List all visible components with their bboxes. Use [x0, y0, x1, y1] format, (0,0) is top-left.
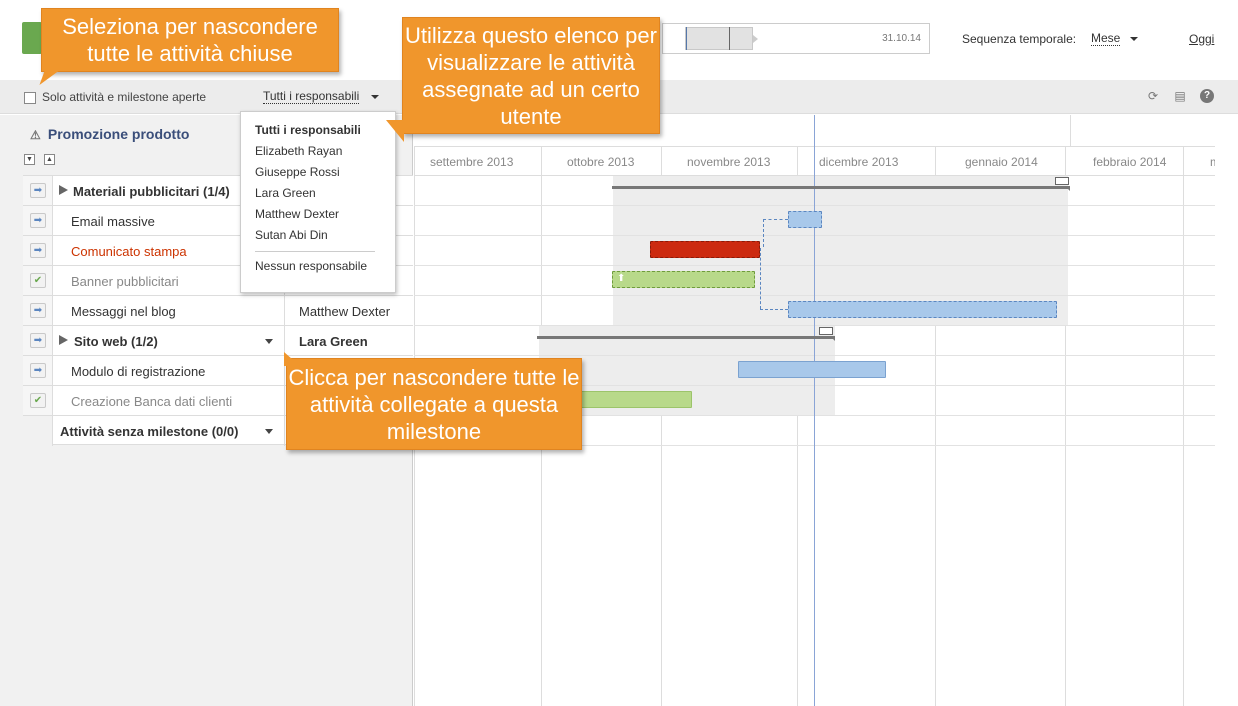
checkmark-icon[interactable]: ✔: [30, 273, 46, 288]
task-name[interactable]: Email massive: [71, 214, 155, 229]
task-bar[interactable]: [788, 211, 822, 228]
collapse-all-icon[interactable]: ▲: [44, 154, 55, 165]
month-label: settembre 2013: [430, 155, 514, 169]
range-selection[interactable]: [685, 27, 753, 50]
task-name[interactable]: Comunicato stampa: [71, 244, 187, 259]
project-title[interactable]: ⚠ Promozione prodotto: [30, 126, 189, 142]
responsible-dropdown: Tutti i responsabili Elizabeth Rayan Giu…: [240, 111, 396, 293]
project-lock-icon: ⚠: [30, 128, 41, 142]
task-bar[interactable]: ⬆: [612, 271, 755, 288]
open-only-checkbox[interactable]: [24, 92, 36, 104]
task-bar[interactable]: [650, 241, 760, 258]
project-title-text[interactable]: Promozione prodotto: [48, 126, 190, 142]
milestone-name[interactable]: Materiali pubblicitari (1/4): [73, 184, 230, 199]
milestone-bar[interactable]: [612, 186, 1070, 191]
arrow-right-icon[interactable]: ➡: [30, 363, 46, 378]
dropdown-item[interactable]: Giuseppe Rossi: [255, 165, 340, 179]
callout-hide-closed: Seleziona per nascondere tutte le attivi…: [41, 8, 339, 72]
month-label: dicembre 2013: [819, 155, 899, 169]
chevron-down-icon[interactable]: [265, 339, 273, 344]
chevron-down-icon[interactable]: [371, 95, 379, 99]
flag-icon: [59, 335, 68, 345]
checkmark-icon[interactable]: ✔: [30, 393, 46, 408]
task-name[interactable]: Messaggi nel blog: [71, 304, 176, 319]
task-name[interactable]: Banner pubblicitari: [71, 274, 179, 289]
dropdown-item[interactable]: Lara Green: [255, 186, 316, 200]
expand-all-icon[interactable]: ▼: [24, 154, 35, 165]
dropdown-item[interactable]: Tutti i responsabili: [255, 123, 361, 137]
task-bar[interactable]: [788, 301, 1057, 318]
print-icon[interactable]: ▤: [1173, 89, 1187, 103]
dropdown-item[interactable]: Elizabeth Rayan: [255, 144, 342, 158]
today-link[interactable]: Oggi: [1189, 32, 1214, 46]
timeline-label: Sequenza temporale:: [962, 32, 1077, 46]
owner-cell: Lara Green: [284, 326, 413, 356]
timeline-scale-select[interactable]: Mese: [1091, 32, 1121, 46]
milestone-bar[interactable]: [537, 336, 835, 341]
arrow-right-icon[interactable]: ➡: [30, 213, 46, 228]
chevron-down-icon[interactable]: [1130, 37, 1138, 41]
arrow-right-icon[interactable]: ➡: [30, 333, 46, 348]
dropdown-divider: [255, 251, 375, 252]
month-label: novembre 2013: [687, 155, 771, 169]
callout-text: Clicca per nascondere tutte le attività …: [288, 365, 580, 444]
group-name[interactable]: Attività senza milestone (0/0): [60, 424, 238, 439]
range-end-date: 31.10.14: [882, 33, 921, 44]
range-handle[interactable]: [729, 27, 730, 50]
month-label: gennaio 2014: [965, 155, 1038, 169]
help-icon[interactable]: ?: [1200, 89, 1214, 103]
timeline-range-slider[interactable]: 31.10.14: [662, 23, 930, 54]
refresh-icon[interactable]: ⟳: [1146, 89, 1160, 103]
flag-icon: [59, 185, 68, 195]
callout-filter-user: Utilizza questo elenco per visualizzare …: [402, 17, 660, 134]
dropdown-item[interactable]: Nessun responsabile: [255, 259, 367, 273]
month-label: ottobre 2013: [567, 155, 635, 169]
month-label: m: [1210, 155, 1215, 169]
task-row[interactable]: ➡ Messaggi nel blog Matthew Dexter: [23, 295, 413, 326]
task-name[interactable]: Creazione Banca dati clienti: [71, 394, 232, 409]
callout-text: Utilizza questo elenco per visualizzare …: [405, 23, 657, 129]
milestone-name[interactable]: Sito web (1/2): [74, 334, 158, 349]
today-line: [814, 115, 815, 706]
milestone-row[interactable]: ➡ Sito web (1/2) Lara Green: [23, 325, 413, 356]
arrow-right-icon[interactable]: ➡: [30, 303, 46, 318]
range-arrow-icon: [753, 35, 758, 43]
owner-cell: Matthew Dexter: [284, 296, 413, 326]
task-bar[interactable]: [574, 391, 692, 408]
key-icon: [819, 327, 833, 335]
arrow-right-icon[interactable]: ➡: [30, 183, 46, 198]
task-name[interactable]: Modulo di registrazione: [71, 364, 205, 379]
responsible-filter-select[interactable]: Tutti i responsabili: [263, 90, 360, 104]
app-logo: [22, 22, 42, 54]
open-only-label[interactable]: Solo attività e milestone aperte: [42, 90, 206, 104]
task-bar[interactable]: [738, 361, 886, 378]
chevron-down-icon[interactable]: [265, 429, 273, 434]
key-icon: [1055, 177, 1069, 185]
arrow-right-icon[interactable]: ➡: [30, 243, 46, 258]
dropdown-item[interactable]: Sutan Abi Din: [255, 228, 328, 242]
arrow-up-icon: ⬆: [617, 273, 626, 284]
month-label: febbraio 2014: [1093, 155, 1167, 169]
callout-hide-linked: Clicca per nascondere tutte le attività …: [286, 358, 582, 450]
dropdown-item[interactable]: Matthew Dexter: [255, 207, 339, 221]
callout-text: Seleziona per nascondere tutte le attivi…: [62, 14, 318, 66]
today-marker: [686, 27, 687, 50]
